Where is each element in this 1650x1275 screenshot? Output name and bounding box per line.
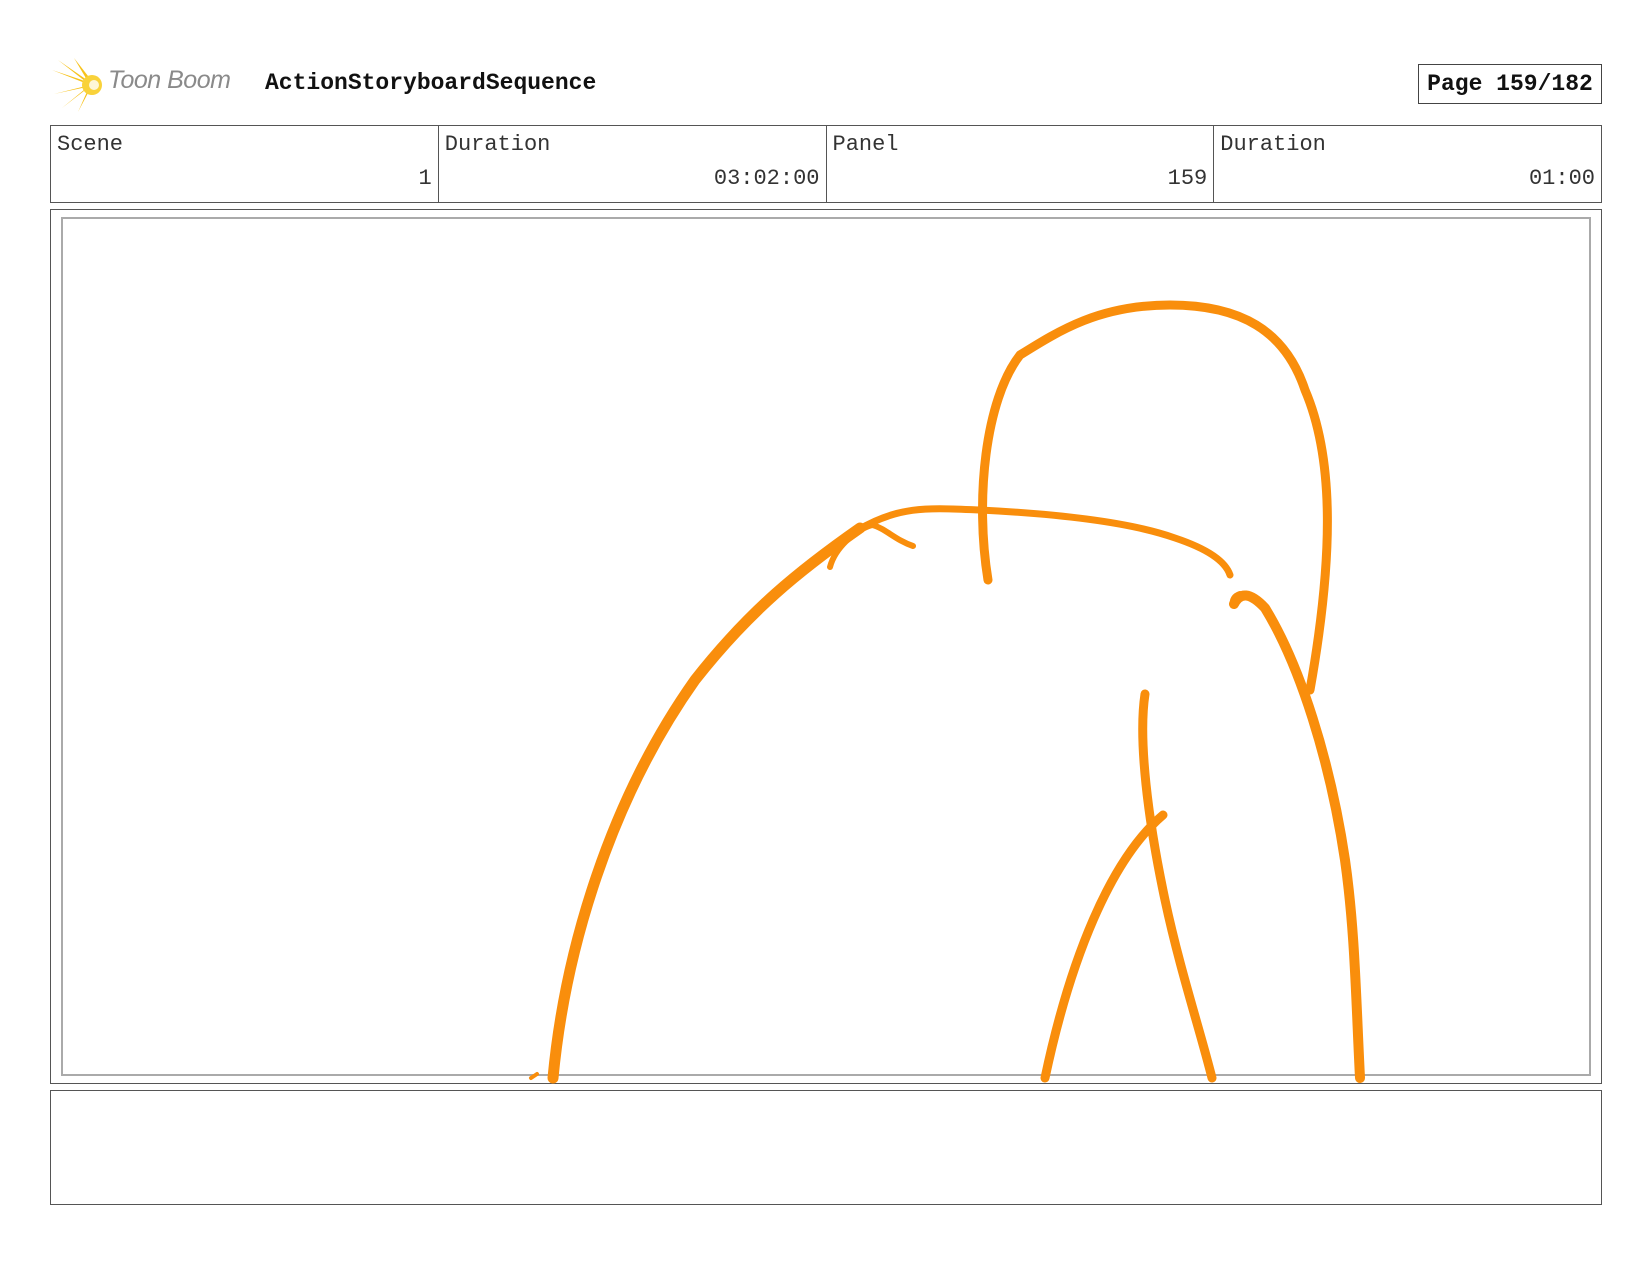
storyboard-sketch xyxy=(529,300,1365,1084)
sketch-stroke-left-arc xyxy=(547,522,866,1084)
notes-box xyxy=(50,1090,1602,1205)
sketch-stroke-hook xyxy=(827,522,916,570)
sketch-stroke-right-body xyxy=(1229,590,1365,1083)
sketch-stroke-mark xyxy=(529,1072,539,1080)
sketch-stroke-lower-curve xyxy=(1040,810,1168,1083)
sketch-stroke-shoulder xyxy=(854,505,1234,579)
sketch-stroke-arm xyxy=(1138,689,1217,1083)
